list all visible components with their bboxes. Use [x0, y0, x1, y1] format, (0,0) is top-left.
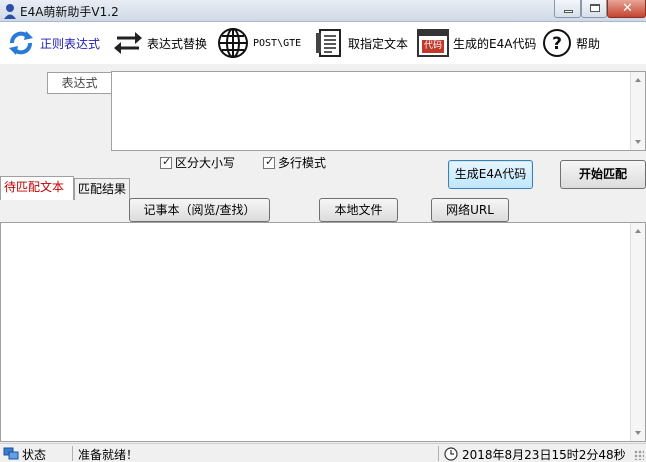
- toolbar-code[interactable]: 代码 生成的E4A代码: [417, 26, 536, 60]
- title-bar: E4A萌新助手V1.2 ✕: [0, 0, 646, 22]
- tab-pending-text[interactable]: 待匹配文本: [0, 176, 74, 200]
- toolbar-post-label: POST\GTE: [253, 37, 302, 49]
- status-message-cell: 准备就绪！: [78, 446, 138, 462]
- toolbar-code-label: 生成的E4A代码: [453, 36, 537, 51]
- status-datetime-cell: 2018年8月23日15时2分48秒: [444, 446, 626, 462]
- toolbar-extract[interactable]: 取指定文本: [314, 26, 408, 60]
- close-icon: ✕: [622, 1, 633, 16]
- multiline-checkbox[interactable]: 多行模式: [263, 154, 326, 171]
- status-message: 准备就绪！: [78, 447, 139, 462]
- toolbar-extract-label: 取指定文本: [348, 36, 409, 51]
- close-button[interactable]: ✕: [607, 0, 646, 18]
- case-sensitive-checkbox[interactable]: 区分大小写: [160, 154, 235, 171]
- resize-grip-icon[interactable]: [634, 450, 644, 460]
- minimize-icon: [564, 10, 573, 13]
- status-divider: [438, 446, 439, 461]
- status-bar: 状态 准备就绪！ 2018年8月23日15时2分48秒: [0, 443, 646, 462]
- toolbar-help-label: 帮助: [576, 36, 601, 51]
- swap-arrows-icon: [114, 32, 142, 54]
- toolbar-post[interactable]: POST\GTE: [217, 26, 301, 60]
- document-icon: [316, 29, 341, 57]
- refresh-icon: [9, 31, 33, 55]
- expression-input[interactable]: [111, 71, 646, 151]
- scroll-down-icon[interactable]: [635, 140, 641, 144]
- multiline-check-icon[interactable]: [263, 155, 275, 169]
- expression-label: 表达式: [47, 72, 111, 94]
- toolbar-regex-label: 正则表达式: [40, 36, 101, 51]
- globe-icon: [218, 28, 248, 58]
- app-user-icon: [4, 4, 16, 19]
- tab-match-result[interactable]: 匹配结果: [74, 178, 130, 200]
- pending-text-area[interactable]: [0, 222, 646, 442]
- multiline-label: 多行模式: [278, 156, 327, 170]
- toolbar-replace[interactable]: 表达式替换: [113, 26, 207, 60]
- toolbar-regex[interactable]: 正则表达式: [6, 26, 100, 60]
- status-label: 状态: [22, 447, 47, 462]
- expression-scrollbar[interactable]: [630, 72, 645, 150]
- help-icon: ?: [543, 29, 571, 57]
- text-area-scrollbar[interactable]: [630, 223, 645, 441]
- minimize-button[interactable]: [554, 0, 581, 18]
- notepad-button[interactable]: 记事本（阅览/查找）: [129, 198, 270, 222]
- toolbar-help[interactable]: ? 帮助: [542, 26, 600, 60]
- status-datetime: 2018年8月23日15时2分48秒: [462, 447, 626, 462]
- clock-icon: [444, 447, 458, 461]
- maximize-icon: [590, 4, 600, 12]
- status-divider: [72, 446, 73, 461]
- code-window-icon: 代码: [417, 29, 449, 57]
- code-window-icon-text: 代码: [422, 40, 444, 53]
- toolbar-replace-label: 表达式替换: [147, 36, 208, 51]
- svg-text:?: ?: [552, 34, 562, 54]
- generate-code-button[interactable]: 生成E4A代码: [448, 160, 533, 189]
- case-sensitive-check-icon[interactable]: [160, 155, 172, 169]
- network-status-icon: [3, 447, 19, 460]
- scroll-up-icon[interactable]: [635, 78, 641, 82]
- scroll-up-icon[interactable]: [635, 229, 641, 233]
- local-file-button[interactable]: 本地文件: [319, 198, 398, 222]
- toolbar: 正则表达式 表达式替换 POST\GTE 取指定文本 代码 生成的E4A代码 ?…: [0, 22, 646, 64]
- maximize-button[interactable]: [581, 0, 607, 18]
- window-title: E4A萌新助手V1.2: [20, 5, 119, 19]
- status-label-cell: 状态: [3, 446, 46, 462]
- scroll-down-icon[interactable]: [635, 431, 641, 435]
- case-sensitive-label: 区分大小写: [175, 156, 236, 170]
- network-url-button[interactable]: 网络URL: [431, 198, 509, 222]
- start-match-button[interactable]: 开始匹配: [560, 160, 646, 189]
